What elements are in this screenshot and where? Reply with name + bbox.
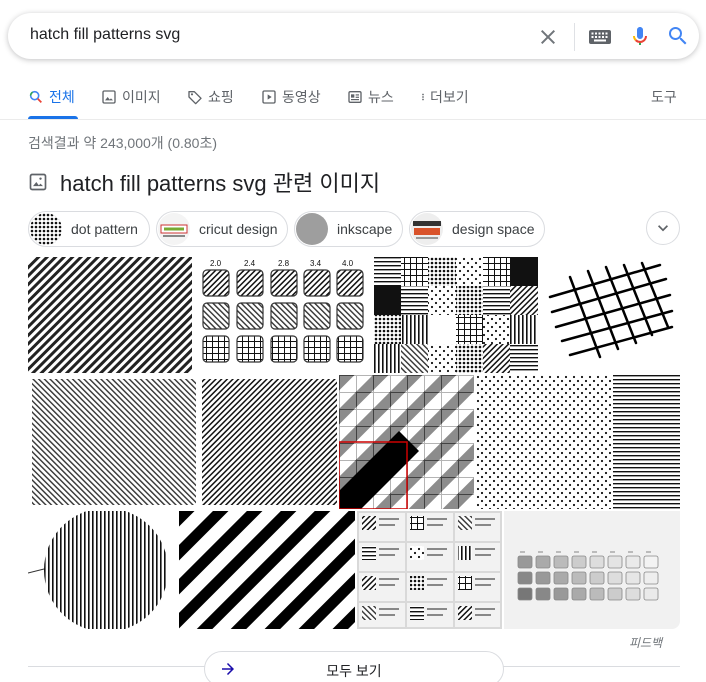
view-all-button[interactable]: 모두 보기 [204,651,504,682]
chip-design-space[interactable]: design space [409,211,545,247]
tab-images[interactable]: 이미지 [101,87,161,107]
more-vert-icon [422,93,424,101]
image-result[interactable]: 2.0 2.4 2.8 3.4 4.0 [194,257,372,373]
image-icon [102,90,116,104]
search-icon[interactable] [666,24,690,48]
chip-thumbnail [30,213,62,245]
image-result[interactable] [339,375,474,509]
image-result[interactable] [28,257,192,373]
search-divider [574,23,575,51]
chip-label: cricut design [199,221,278,237]
result-stats: 검색결과 약 243,000개 (0.80초) [28,135,218,151]
chip-label: design space [452,221,535,237]
chip-inkscape[interactable]: inkscape [294,211,403,247]
clear-icon[interactable] [536,25,560,49]
tools-button[interactable]: 도구 [651,87,677,107]
tools-label: 도구 [651,89,677,105]
active-tab-indicator [28,116,78,119]
expand-chips-button[interactable] [646,211,680,245]
image-result[interactable] [504,511,680,629]
keyboard-icon[interactable] [588,27,612,47]
tag-icon [188,91,202,105]
tab-all[interactable]: 전체 [28,87,75,107]
chip-thumbnail [296,213,328,245]
images-section-header: hatch fill patterns svg 관련 이미지 [28,166,380,198]
chip-thumbnail [158,213,190,245]
thumb-label: 2.0 [210,259,222,268]
news-icon [348,91,362,103]
play-icon [262,90,276,104]
image-result[interactable] [179,511,355,629]
chip-label: inkscape [337,221,393,237]
tab-label: 더보기 [430,89,469,105]
search-icon [29,90,42,103]
image-icon [29,173,47,191]
image-results-grid: 2.0 2.4 2.8 3.4 4.0 [28,257,680,629]
tab-label: 동영상 [282,89,321,105]
tab-label: 전체 [49,89,75,105]
tab-label: 뉴스 [368,89,394,105]
image-result[interactable] [374,257,538,373]
image-result[interactable] [357,511,502,629]
thumb-label: 2.4 [244,259,256,268]
thumb-label: 3.4 [310,259,322,268]
chevron-down-icon [658,225,668,232]
tab-label: 쇼핑 [208,89,234,105]
chip-cricut-design[interactable]: cricut design [156,211,288,247]
chip-dot-pattern[interactable]: dot pattern [28,211,150,247]
tab-shopping[interactable]: 쇼핑 [187,87,234,107]
chip-label: dot pattern [71,221,138,237]
thumb-label: 2.8 [278,259,290,268]
image-result[interactable] [28,511,177,629]
tab-label: 이미지 [122,89,161,105]
chip-thumbnail [411,213,443,245]
feedback-link[interactable]: 피드백 [629,634,662,651]
microphone-icon[interactable] [628,24,652,48]
image-result[interactable] [476,375,611,509]
search-input[interactable]: hatch fill patterns svg [30,26,180,44]
search-bar: hatch fill patterns svg [8,13,699,59]
search-tabs: 전체 이미지 쇼핑 동영상 뉴스 더보기 도구 [0,80,706,120]
tab-videos[interactable]: 동영상 [261,87,321,107]
image-result[interactable] [202,375,337,509]
image-result[interactable] [28,375,200,509]
images-section-title[interactable]: hatch fill patterns svg 관련 이미지 [60,166,380,198]
tab-news[interactable]: 뉴스 [347,87,394,107]
view-all-label: 모두 보기 [326,663,382,679]
thumb-label: 4.0 [342,259,354,268]
image-result[interactable] [540,257,680,373]
tab-more[interactable]: 더보기 [418,87,469,107]
image-result[interactable] [613,375,680,509]
